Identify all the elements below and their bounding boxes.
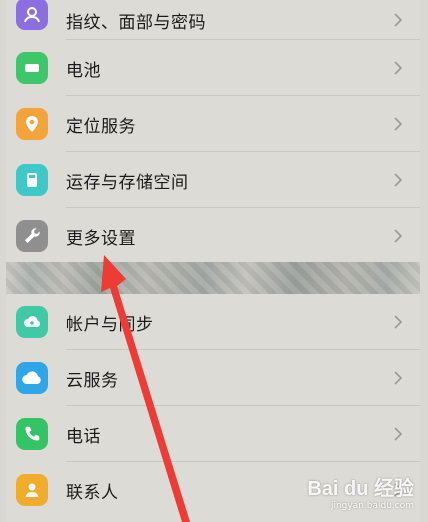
chevron-right-icon [394,427,403,441]
storage-icon [16,164,48,196]
settings-item-cloud-service[interactable]: 云服务 [6,350,420,406]
settings-item-more-settings[interactable]: 更多设置 [6,208,420,264]
cloud-icon [16,362,48,394]
settings-item-label: 联系人 [66,482,119,503]
chevron-right-icon [394,117,403,131]
settings-group-security-system: 指纹、面部与密码 电池 定位服务 运存与存储空间 更多设置 [6,0,420,264]
settings-item-label: 电话 [66,426,101,447]
chevron-right-icon [394,61,403,75]
settings-item-label: 指纹、面部与密码 [66,12,206,33]
baidu-jingyan-watermark: Bai du 经验 jingyan.baidu.com [294,472,414,516]
settings-item-battery[interactable]: 电池 [6,40,420,96]
settings-item-phone[interactable]: 电话 [6,406,420,462]
watermark-site: jingyan.baidu.com [330,501,414,511]
fingerprint-face-icon [16,0,48,30]
section-separator [6,262,420,294]
contact-icon [16,474,48,506]
settings-screen: 指纹、面部与密码 电池 定位服务 运存与存储空间 更多设置 帐户与同步 云服务 … [6,0,420,522]
settings-item-label: 定位服务 [66,116,136,137]
account-sync-icon [16,306,48,338]
phone-icon [16,418,48,450]
settings-item-label: 云服务 [66,370,119,391]
chevron-right-icon [394,229,403,243]
chevron-right-icon [394,13,403,27]
settings-item-label: 帐户与同步 [66,314,154,335]
chevron-right-icon [394,173,403,187]
settings-item-location-services[interactable]: 定位服务 [6,96,420,152]
watermark-logo: Bai du 经验 [307,478,414,500]
settings-item-fingerprint-face-password[interactable]: 指纹、面部与密码 [6,0,420,40]
chevron-right-icon [394,371,403,385]
settings-item-label: 运存与存储空间 [66,172,189,193]
battery-icon [16,52,48,84]
chevron-right-icon [394,315,403,329]
location-pin-icon [16,108,48,140]
settings-item-label: 更多设置 [66,228,136,249]
settings-item-memory-storage[interactable]: 运存与存储空间 [6,152,420,208]
settings-item-label: 电池 [66,60,101,81]
settings-item-account-sync[interactable]: 帐户与同步 [6,294,420,350]
wrench-icon [16,220,48,252]
